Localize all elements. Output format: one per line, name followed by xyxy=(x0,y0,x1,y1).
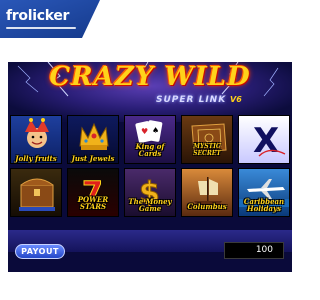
tile-label: POWER STARS xyxy=(77,195,109,211)
svg-text:♥: ♥ xyxy=(141,127,148,136)
brand-name: frolicker xyxy=(6,8,70,24)
tile-label: Columbus xyxy=(187,202,227,211)
tile-columbus[interactable]: Columbus xyxy=(181,168,233,217)
tile-power-stars[interactable]: 7 POWER STARS xyxy=(67,168,119,217)
tile-just-jewels[interactable]: Just Jewels xyxy=(67,115,119,164)
tile-money-game[interactable]: $ The Money Game xyxy=(124,168,176,217)
treasure-chest-icon xyxy=(19,178,55,211)
tile-label: The Money Game xyxy=(128,197,172,213)
brand-swoosh xyxy=(6,27,76,29)
svg-text:♠: ♠ xyxy=(152,126,159,135)
credit-display: 100 xyxy=(224,242,284,259)
tile-treasure[interactable] xyxy=(10,168,62,217)
tile-caribbean-holidays[interactable]: Caribbean Holidays xyxy=(238,168,290,217)
game-grid: Jolly fruits Just Jewels ♥ ♠ King of Car… xyxy=(8,110,292,230)
tile-x[interactable]: X xyxy=(238,115,290,164)
x-glyph: X xyxy=(253,121,279,161)
game-version: V6 xyxy=(230,95,242,104)
tile-king-of-cards[interactable]: ♥ ♠ King of Cards xyxy=(124,115,176,164)
tile-label: Jolly fruits xyxy=(15,154,57,163)
tile-label: Caribbean Holidays xyxy=(243,197,285,213)
game-screen: CRAZY WILD SUPER LINK V6 Jolly fruits Ju… xyxy=(8,62,292,272)
tile-label: King of Cards xyxy=(135,142,165,158)
game-subtitle: SUPER LINK xyxy=(156,95,227,105)
tile-label: Just Jewels xyxy=(71,154,115,163)
brand-logo: frolicker xyxy=(0,0,100,38)
tile-label: MYSTIC SECRET xyxy=(193,143,221,157)
payout-button[interactable]: PAYOUT xyxy=(15,244,65,259)
tile-jolly-fruits[interactable]: Jolly fruits xyxy=(10,115,62,164)
x-icon: X xyxy=(253,121,286,161)
tile-mystic-secret[interactable]: MYSTIC SECRET xyxy=(181,115,233,164)
game-title: CRAZY WILD xyxy=(49,62,251,92)
